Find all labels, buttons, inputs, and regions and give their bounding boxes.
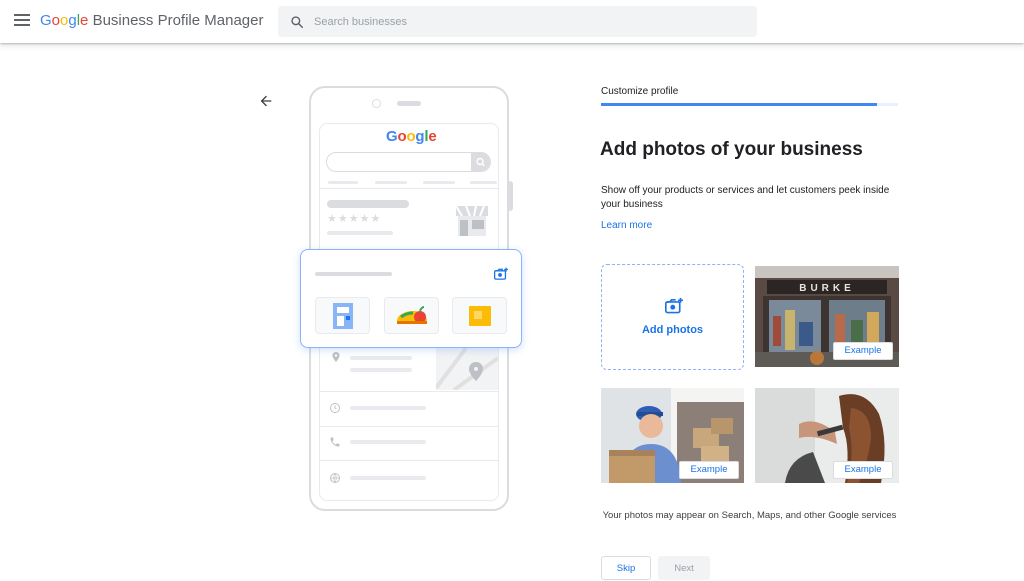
card-thumbnail-store xyxy=(315,297,370,334)
learn-more-link[interactable]: Learn more xyxy=(601,220,652,231)
add-photos-label: Add photos xyxy=(641,324,704,336)
search-icon xyxy=(291,16,304,29)
screen-tab-placeholder xyxy=(423,181,455,184)
page-title: Add photos of your business xyxy=(600,139,863,160)
next-button[interactable]: Next xyxy=(658,556,710,580)
menu-icon[interactable] xyxy=(14,14,30,28)
add-photos-button[interactable]: Add photos xyxy=(601,264,744,370)
screen-search-icon xyxy=(476,157,485,167)
example-button[interactable]: Example xyxy=(833,342,893,360)
top-app-bar: Google Business Profile Manager xyxy=(0,0,1024,43)
example-photo-salon: Example xyxy=(755,388,899,483)
screen-divider xyxy=(319,426,499,427)
search-bar[interactable] xyxy=(278,6,757,37)
photo-highlight-card xyxy=(300,249,522,348)
screen-search-bar xyxy=(326,152,491,172)
app-logo[interactable]: Google Business Profile Manager xyxy=(40,12,263,29)
back-arrow-icon[interactable] xyxy=(258,93,274,109)
screen-tab-placeholder xyxy=(328,181,358,184)
screen-address-placeholder xyxy=(350,356,412,360)
screen-address-placeholder xyxy=(350,368,412,372)
clock-icon xyxy=(330,403,340,413)
screen-hours-placeholder xyxy=(350,406,426,410)
photos-footnote: Your photos may appear on Search, Maps, … xyxy=(602,510,897,521)
globe-icon xyxy=(330,473,340,483)
location-icon xyxy=(332,352,340,362)
card-thumbnail-sign xyxy=(452,297,507,334)
phone-icon xyxy=(330,437,340,447)
screen-search-button xyxy=(471,153,490,171)
example-photo-delivery: Example xyxy=(601,388,744,483)
search-input[interactable] xyxy=(314,6,744,37)
screen-website-placeholder xyxy=(350,476,426,480)
skip-button[interactable]: Skip xyxy=(601,556,651,580)
screen-google-logo: Google xyxy=(386,128,437,145)
screen-text-placeholder xyxy=(327,231,393,235)
screen-divider xyxy=(319,391,499,392)
add-photo-icon xyxy=(494,267,508,280)
example-photo-storefront: BURKE Example xyxy=(755,266,899,367)
progress-bar xyxy=(601,103,877,106)
phone-speaker xyxy=(397,101,421,106)
example-button[interactable]: Example xyxy=(679,461,739,479)
screen-phone-placeholder xyxy=(350,440,426,444)
screen-tab-placeholder xyxy=(375,181,407,184)
svg-text:BURKE: BURKE xyxy=(799,283,855,294)
phone-side-button xyxy=(509,181,513,211)
card-title-placeholder xyxy=(315,272,392,276)
screen-divider xyxy=(319,188,499,189)
screen-map-thumbnail xyxy=(436,348,498,390)
card-thumbnail-food xyxy=(384,297,439,334)
store-icon xyxy=(455,205,488,236)
phone-camera xyxy=(372,99,381,108)
add-photo-icon xyxy=(665,297,683,314)
example-button[interactable]: Example xyxy=(833,461,893,479)
screen-business-name-placeholder xyxy=(327,200,409,208)
screen-rating-stars: ★★★★★ xyxy=(327,213,382,225)
page-description: Show off your products or services and l… xyxy=(601,185,890,210)
screen-tab-placeholder xyxy=(470,181,497,184)
step-label: Customize profile xyxy=(601,86,679,97)
screen-divider xyxy=(319,460,499,461)
app-name: Business Profile Manager xyxy=(92,12,264,29)
